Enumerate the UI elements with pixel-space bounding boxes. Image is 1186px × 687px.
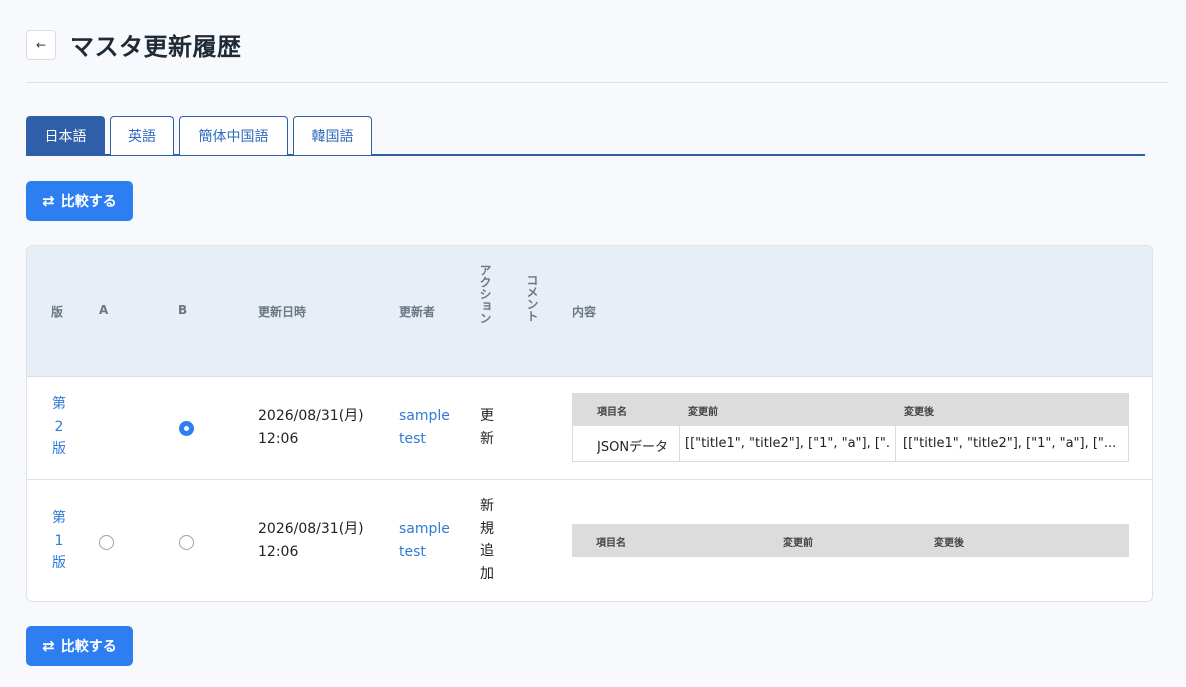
- header-divider: [26, 82, 1168, 83]
- compare-button-top[interactable]: ⇄ 比較する: [26, 181, 133, 221]
- diff-table: 項目名 変更前 変更後 JSONデータ [["title1", "title2"…: [572, 393, 1129, 462]
- diff-table-header: 項目名 変更前 変更後: [572, 524, 1129, 557]
- diff-header-item: 項目名: [596, 538, 626, 549]
- compare-button-label: 比較する: [60, 639, 117, 655]
- updated-by-link[interactable]: sample test: [399, 518, 459, 563]
- tab-simplified-chinese[interactable]: 簡体中国語: [179, 116, 288, 155]
- header-content: 内容: [572, 305, 597, 319]
- history-table: 版 A B 更新日時 更新者 アクション コメント 内容 第2版 2026/08…: [26, 245, 1153, 602]
- version-link[interactable]: 第1版: [50, 507, 68, 575]
- action-text: 新規追加: [480, 498, 494, 582]
- compare-button-label: 比較する: [60, 194, 117, 210]
- diff-header-after: 変更後: [904, 407, 934, 418]
- table-row: 第2版 2026/08/31(月) 12:06 sample test 更新 項…: [27, 377, 1152, 480]
- header-action: アクション: [478, 264, 492, 324]
- diff-header-after: 変更後: [934, 538, 964, 549]
- updated-time: 12:06: [258, 430, 299, 447]
- diff-item-name: JSONデータ: [597, 440, 669, 455]
- header-comment: コメント: [525, 274, 539, 322]
- updated-date: 2026/08/31(月): [258, 408, 364, 424]
- diff-header-before: 変更前: [783, 538, 813, 549]
- updated-at: 2026/08/31(月) 12:06: [258, 518, 364, 563]
- b-radio[interactable]: [179, 535, 194, 550]
- page-title: マスタ更新履歴: [70, 33, 242, 61]
- diff-divider: [679, 426, 680, 461]
- updated-date: 2026/08/31(月): [258, 521, 364, 537]
- b-radio[interactable]: [179, 421, 194, 436]
- diff-after-value: [["title1", "title2"], ["1", "a"], ["...: [903, 436, 1117, 451]
- page-header: ← マスタ更新履歴: [26, 27, 242, 62]
- header-b: B: [178, 303, 188, 317]
- tab-english[interactable]: 英語: [110, 116, 174, 155]
- arrow-left-icon: ←: [35, 37, 47, 52]
- language-tabs: 日本語 英語 簡体中国語 韓国語: [26, 116, 1145, 156]
- a-radio[interactable]: [99, 535, 114, 550]
- swap-icon: ⇄: [42, 637, 55, 655]
- version-link[interactable]: 第2版: [50, 393, 68, 461]
- diff-header-item: 項目名: [597, 407, 627, 418]
- tab-japanese[interactable]: 日本語: [26, 116, 105, 155]
- header-version: 版: [51, 305, 64, 319]
- updated-by-link[interactable]: sample test: [399, 405, 459, 450]
- diff-table: 項目名 変更前 変更後: [572, 524, 1129, 557]
- swap-icon: ⇄: [42, 192, 55, 210]
- tab-korean[interactable]: 韓国語: [293, 116, 372, 155]
- header-a: A: [99, 303, 109, 317]
- updated-time: 12:06: [258, 543, 299, 560]
- header-updated-by: 更新者: [399, 305, 436, 319]
- diff-before-value: [["title1", "title2"], ["1", "a"], ["...: [685, 436, 891, 451]
- table-header: 版 A B 更新日時 更新者 アクション コメント 内容: [27, 246, 1152, 377]
- action-text: 更新: [480, 408, 494, 447]
- back-button[interactable]: ←: [26, 29, 56, 60]
- diff-table-header: 項目名 変更前 変更後: [573, 394, 1128, 426]
- diff-divider: [895, 426, 896, 461]
- table-row: 第1版 2026/08/31(月) 12:06 sample test 新規追加…: [27, 480, 1152, 601]
- compare-button-bottom[interactable]: ⇄ 比較する: [26, 626, 133, 666]
- diff-header-before: 変更前: [688, 407, 718, 418]
- header-updated-at: 更新日時: [258, 305, 307, 319]
- updated-at: 2026/08/31(月) 12:06: [258, 405, 364, 450]
